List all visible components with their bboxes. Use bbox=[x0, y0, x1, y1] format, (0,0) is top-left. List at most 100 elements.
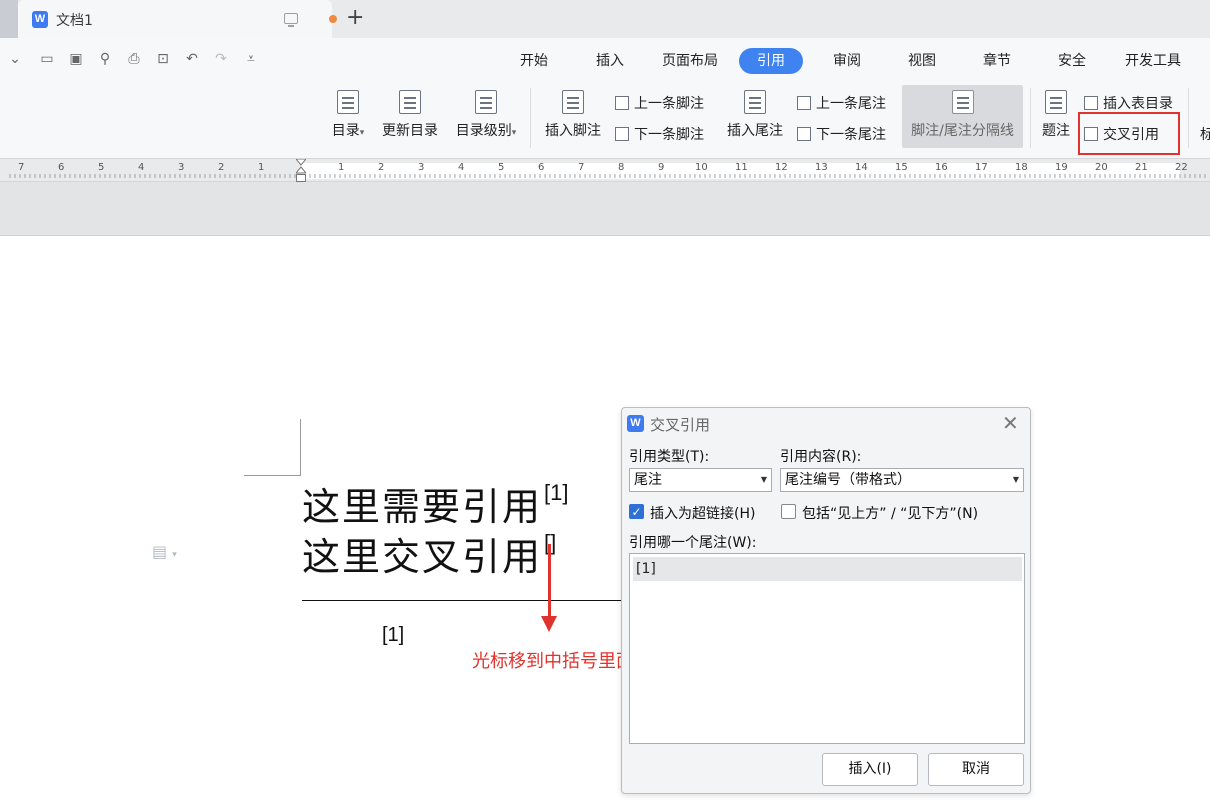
open-folder-icon[interactable]: ▭ bbox=[38, 50, 56, 68]
ribbon-cutoff-label: 标 bbox=[1200, 127, 1210, 143]
tab-insert[interactable]: 插入 bbox=[582, 48, 638, 74]
tab-developer[interactable]: 开发工具 bbox=[1118, 48, 1188, 74]
which-endnote-label: 引用哪一个尾注(W): bbox=[629, 535, 757, 551]
ruler-number: 2 bbox=[218, 162, 225, 173]
ruler-number: 7 bbox=[18, 162, 25, 173]
prev-footnote-label: 上一条脚注 bbox=[634, 96, 704, 112]
update-toc-button[interactable]: 更新目录 bbox=[378, 90, 442, 140]
above-below-label: 包括“见上方” / “见下方”(N) bbox=[802, 506, 979, 522]
ruler-number: 13 bbox=[815, 162, 828, 173]
new-tab-button[interactable]: + bbox=[346, 6, 364, 30]
find-icon[interactable]: ⚲ bbox=[96, 50, 114, 68]
toc-icon bbox=[337, 90, 359, 114]
footnote-icon bbox=[562, 90, 584, 114]
insert-table-of-figures-button[interactable]: 插入表目录 bbox=[1084, 93, 1173, 113]
insert-endnote-label: 插入尾注 bbox=[727, 123, 783, 139]
customize-icon[interactable]: ⩡ bbox=[242, 50, 260, 68]
reference-content-label: 引用内容(R): bbox=[780, 449, 862, 465]
ruler-number: 19 bbox=[1055, 162, 1068, 173]
cancel-button[interactable]: 取消 bbox=[928, 753, 1024, 786]
hyperlink-checkbox[interactable]: ✓ bbox=[629, 504, 644, 519]
print-preview-icon[interactable]: ⊡ bbox=[154, 50, 172, 68]
prev-footnote-button[interactable]: 上一条脚注 bbox=[615, 93, 704, 113]
next-footnote-label: 下一条脚注 bbox=[634, 127, 704, 143]
redo-icon[interactable]: ↷ bbox=[212, 50, 230, 68]
chevron-down-icon[interactable]: ⌄ bbox=[6, 50, 24, 68]
body-line-1[interactable]: 这里需要引用[1] bbox=[302, 476, 568, 531]
separator-line-icon bbox=[951, 90, 974, 114]
insert-endnote-button[interactable]: 插入尾注 bbox=[723, 90, 787, 140]
tab-section[interactable]: 章节 bbox=[969, 48, 1025, 74]
next-footnote-icon bbox=[615, 127, 629, 141]
table-of-figures-icon bbox=[1084, 96, 1098, 110]
tab-review[interactable]: 审阅 bbox=[819, 48, 875, 74]
toc-level-label: 目录级别 bbox=[455, 123, 512, 139]
toc-label: 目录 bbox=[331, 123, 360, 139]
tab-title: 文档1 bbox=[56, 13, 93, 29]
toc-button[interactable]: 目录▾ bbox=[328, 90, 368, 140]
app-logo-icon: W bbox=[627, 415, 644, 432]
insert-footnote-label: 插入脚注 bbox=[545, 123, 601, 139]
horizontal-ruler[interactable]: 7 6 5 4 3 2 1 1 2 3 4 5 6 7 8 9 10 11 12 13 14 15 16 17 18 19 20 21… bbox=[0, 158, 1210, 182]
ruler-number: 16 bbox=[935, 162, 948, 173]
prev-endnote-icon bbox=[797, 96, 811, 110]
tab-home[interactable]: 开始 bbox=[506, 48, 562, 74]
save-icon[interactable]: ▣ bbox=[67, 50, 85, 68]
endnote-text[interactable]: [1] bbox=[382, 624, 404, 647]
toc-level-button[interactable]: 目录级别▾ bbox=[450, 90, 522, 140]
next-endnote-icon bbox=[797, 127, 811, 141]
ruler-number: 18 bbox=[1015, 162, 1028, 173]
caret-down-icon: ▾ bbox=[511, 128, 517, 138]
document-tab[interactable]: W 文档1 bbox=[18, 0, 337, 38]
reference-type-select[interactable]: 尾注 ▼ bbox=[629, 468, 772, 492]
list-item[interactable]: [1] bbox=[633, 557, 1022, 581]
endnote-reference[interactable]: [1] bbox=[544, 480, 568, 505]
tab-view[interactable]: 视图 bbox=[894, 48, 950, 74]
ruler-number: 3 bbox=[418, 162, 425, 173]
ruler-number: 9 bbox=[658, 162, 665, 173]
unsaved-dot-icon bbox=[329, 15, 337, 23]
dropdown-arrow-icon: ▼ bbox=[760, 475, 767, 484]
ruler-number: 1 bbox=[258, 162, 265, 173]
next-footnote-button[interactable]: 下一条脚注 bbox=[615, 124, 704, 144]
dropdown-arrow-icon: ▼ bbox=[1012, 475, 1019, 484]
body-line-2[interactable]: 这里交叉引用[] bbox=[302, 526, 556, 581]
separator bbox=[1030, 88, 1031, 148]
reference-content-select[interactable]: 尾注编号（带格式） ▼ bbox=[780, 468, 1024, 492]
ruler-number: 5 bbox=[498, 162, 505, 173]
print-icon[interactable]: ⎙ bbox=[125, 50, 143, 68]
caption-button[interactable]: 题注 bbox=[1038, 90, 1074, 140]
margin-corner-mark bbox=[244, 419, 301, 476]
title-bar-edge bbox=[0, 0, 18, 38]
title-bar: W 文档1 + bbox=[0, 0, 1210, 38]
note-separator-label: 脚注/尾注分隔线 bbox=[911, 123, 1014, 139]
ruler-number: 10 bbox=[695, 162, 708, 173]
next-endnote-button[interactable]: 下一条尾注 bbox=[797, 124, 886, 144]
above-below-checkbox[interactable] bbox=[781, 504, 796, 519]
annotation-arrow-icon bbox=[541, 616, 557, 632]
annotation-arrow-shaft bbox=[548, 544, 551, 618]
prev-endnote-button[interactable]: 上一条尾注 bbox=[797, 93, 886, 113]
ruler-number: 7 bbox=[578, 162, 585, 173]
caption-image-icon bbox=[1045, 90, 1067, 114]
paragraph-layout-icon[interactable]: ▤ ▾ bbox=[152, 542, 177, 561]
ruler-number: 6 bbox=[58, 162, 65, 173]
indent-marker-icon[interactable] bbox=[296, 159, 306, 183]
close-icon[interactable]: ✕ bbox=[1002, 412, 1019, 434]
undo-icon[interactable]: ↶ bbox=[183, 50, 201, 68]
endnote-separator-line bbox=[302, 600, 622, 601]
note-separator-button[interactable]: 脚注/尾注分隔线 bbox=[904, 90, 1021, 140]
tab-security[interactable]: 安全 bbox=[1044, 48, 1100, 74]
ruler-number: 1 bbox=[338, 162, 345, 173]
insert-footnote-button[interactable]: 插入脚注 bbox=[541, 90, 605, 140]
insert-button[interactable]: 插入(I) bbox=[822, 753, 918, 786]
ruler-number: 8 bbox=[618, 162, 625, 173]
endnote-list[interactable]: [1] bbox=[629, 553, 1025, 744]
tab-references[interactable]: 引用 bbox=[739, 48, 803, 74]
ruler-number: 14 bbox=[855, 162, 868, 173]
reference-type-label: 引用类型(T): bbox=[629, 449, 710, 465]
separator bbox=[1188, 88, 1189, 148]
reference-content-value: 尾注编号（带格式） bbox=[785, 472, 911, 488]
monitor-icon[interactable] bbox=[284, 13, 298, 27]
tab-page-layout[interactable]: 页面布局 bbox=[652, 48, 728, 74]
